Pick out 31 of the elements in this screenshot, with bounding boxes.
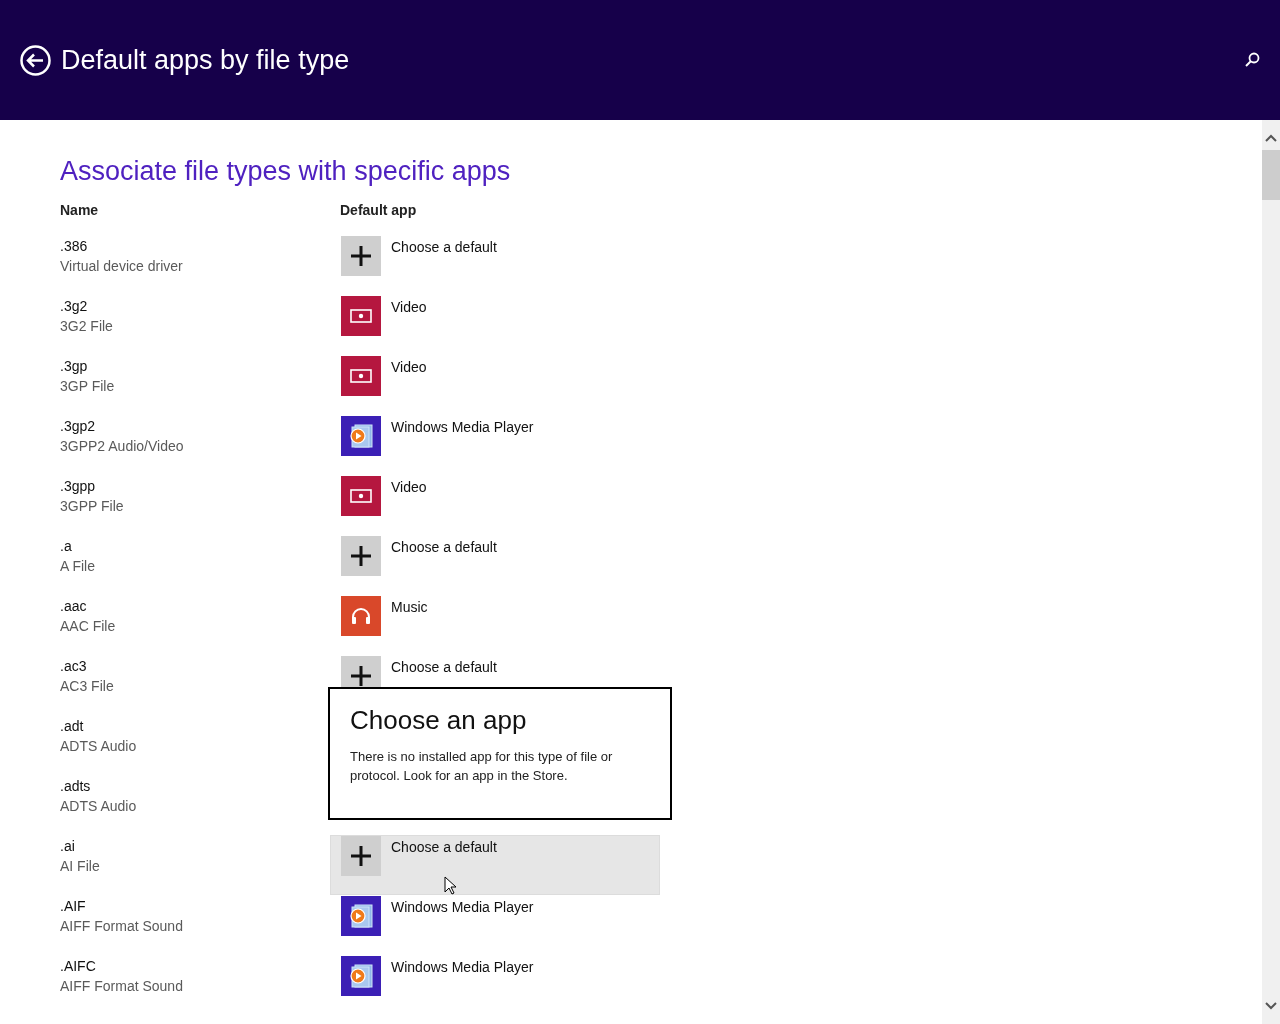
- file-extension: .aac: [60, 597, 87, 616]
- file-type-description: AC3 File: [60, 677, 114, 696]
- file-extension: .adt: [60, 717, 84, 736]
- file-extension: .a: [60, 537, 72, 556]
- popup-message: There is no installed app for this type of file or protocol. Look for an app in the Store.: [350, 748, 614, 785]
- file-type-description: 3GP File: [60, 377, 115, 396]
- file-type-description: 3G2 File: [60, 317, 113, 336]
- column-header: Default app: [340, 201, 417, 220]
- page-title: Default apps by file type: [61, 43, 351, 77]
- file-extension: .adts: [60, 777, 91, 796]
- file-extension: .AIF: [60, 897, 86, 916]
- column-header: Name: [60, 201, 100, 220]
- file-type-description: A File: [60, 557, 95, 576]
- file-type-description: 3GPP2 Audio/Video: [60, 437, 184, 456]
- file-type-description: AAC File: [60, 617, 116, 636]
- file-extension: .AIFC: [60, 957, 96, 976]
- file-extension: .ai: [60, 837, 75, 856]
- file-extension: .3g2: [60, 297, 88, 316]
- file-extension: .3gpp: [60, 477, 96, 496]
- file-extension: .386: [60, 237, 88, 256]
- file-type-description: 3GPP File: [60, 497, 124, 516]
- file-type-description: AIFF Format Sound: [60, 977, 183, 996]
- file-type-description: Virtual device driver: [60, 257, 183, 276]
- section-heading: Associate file types with specific apps: [60, 155, 512, 188]
- file-extension: .ac3: [60, 657, 87, 676]
- file-type-description: AIFF Format Sound: [60, 917, 183, 936]
- file-type-description: ADTS Audio: [60, 737, 137, 756]
- file-extension: .3gp: [60, 357, 88, 376]
- file-extension: .3gp2: [60, 417, 96, 436]
- file-type-description: AI File: [60, 857, 100, 876]
- file-type-description: ADTS Audio: [60, 797, 137, 816]
